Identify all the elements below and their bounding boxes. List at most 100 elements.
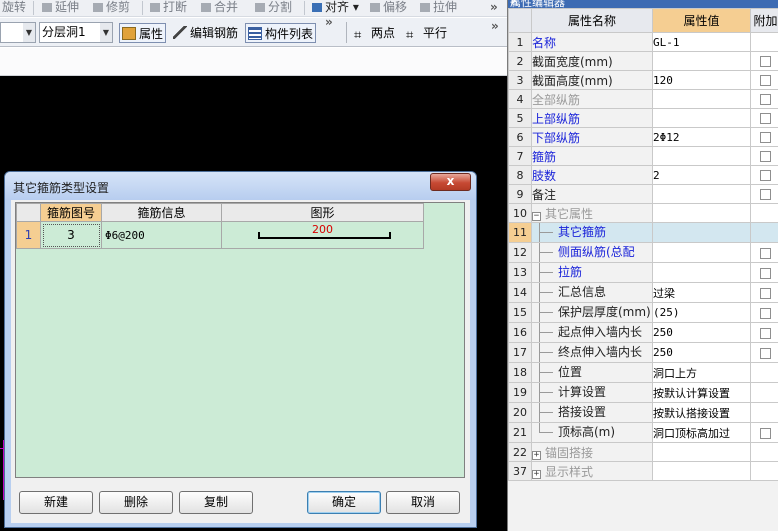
property-name-cell[interactable]: 起点伸入墙内长 xyxy=(531,322,653,343)
property-row[interactable]: 2 截面宽度(mm) xyxy=(508,51,778,71)
property-row[interactable]: 12 侧面纵筋(总配 xyxy=(508,242,778,263)
trim-button[interactable]: 修剪 xyxy=(93,0,130,16)
extra-checkbox[interactable] xyxy=(760,347,771,359)
property-name-cell[interactable]: 截面宽度(mm) xyxy=(531,51,653,71)
property-row[interactable]: 37 + 显示样式 xyxy=(508,461,778,481)
category-combo[interactable]: ▼ xyxy=(0,22,36,43)
extra-checkbox[interactable] xyxy=(760,247,771,259)
extend-button[interactable]: 延伸 xyxy=(42,0,79,16)
extra-checkbox[interactable] xyxy=(760,267,771,279)
dialog-titlebar[interactable]: 其它箍筋类型设置 x xyxy=(5,172,476,200)
layer-combo[interactable]: 分层洞1 ▼ xyxy=(39,22,113,43)
property-value-cell[interactable]: GL-1 xyxy=(652,32,751,52)
property-value-cell[interactable] xyxy=(652,203,751,223)
property-value-cell[interactable]: (25) xyxy=(652,302,751,323)
property-row[interactable]: 5 上部纵筋 xyxy=(508,108,778,128)
toolbar-overflow-icon[interactable]: » xyxy=(491,19,499,33)
property-row[interactable]: 15 保护层厚度(mm) (25) xyxy=(508,302,778,323)
property-row[interactable]: 17 终点伸入墙内长 250 xyxy=(508,342,778,363)
extra-checkbox[interactable] xyxy=(760,94,771,105)
property-value-cell[interactable]: 按默认搭接设置 xyxy=(652,402,751,423)
toolbar-overflow-icon[interactable]: » xyxy=(325,15,333,29)
collapse-icon[interactable]: − xyxy=(532,211,541,221)
extra-checkbox[interactable] xyxy=(760,327,771,339)
extra-checkbox[interactable] xyxy=(760,170,771,181)
shape-cell[interactable]: 200 xyxy=(221,221,424,249)
component-list-button[interactable]: 构件列表 xyxy=(245,23,317,43)
table-row[interactable]: 1 3 Φ6@200 200 xyxy=(16,221,424,249)
cancel-button[interactable]: 取消 xyxy=(386,491,460,514)
break-button[interactable]: 打断 xyxy=(150,0,187,16)
two-points-button[interactable]: ⌗ 两点 xyxy=(352,23,397,43)
property-name-cell[interactable]: 截面高度(mm) xyxy=(531,70,653,90)
property-value-cell[interactable]: 按默认计算设置 xyxy=(652,382,751,403)
property-name-cell[interactable]: 上部纵筋 xyxy=(531,108,653,128)
expand-icon[interactable]: + xyxy=(532,450,541,460)
property-value-cell[interactable]: 过梁 xyxy=(652,282,751,303)
expand-icon[interactable]: + xyxy=(532,469,541,479)
toolbar-overflow-icon[interactable]: » xyxy=(490,0,498,14)
extra-checkbox[interactable] xyxy=(760,132,771,143)
property-value-cell[interactable] xyxy=(652,242,751,263)
stirrup-info-cell[interactable]: Φ6@200 xyxy=(101,221,222,249)
extra-checkbox[interactable] xyxy=(760,189,771,200)
property-value-cell[interactable] xyxy=(652,108,751,128)
property-value-cell[interactable] xyxy=(652,89,751,109)
property-value-cell[interactable]: 250 xyxy=(652,342,751,363)
property-name-cell[interactable]: + 显示样式 xyxy=(531,461,653,481)
property-name-cell[interactable]: 保护层厚度(mm) xyxy=(531,302,653,323)
figure-no-cell[interactable]: 3 xyxy=(40,221,102,249)
property-name-cell[interactable]: 搭接设置 xyxy=(531,402,653,423)
property-value-cell[interactable] xyxy=(652,442,751,462)
chevron-down-icon[interactable]: ▼ xyxy=(23,23,35,42)
chevron-down-icon[interactable]: ▼ xyxy=(100,23,112,42)
property-row[interactable]: 11 其它箍筋 xyxy=(508,222,778,243)
property-row[interactable]: 20 搭接设置 按默认搭接设置 xyxy=(508,402,778,423)
delete-button[interactable]: 删除 xyxy=(99,491,173,514)
split-button[interactable]: 分割 xyxy=(255,0,292,16)
edit-rebar-button[interactable]: 编辑钢筋 xyxy=(171,23,240,43)
property-name-cell[interactable]: 全部纵筋 xyxy=(531,89,653,109)
property-value-cell[interactable] xyxy=(652,222,751,243)
parallel-button[interactable]: ⌗ 平行 xyxy=(404,23,449,43)
properties-button[interactable]: 属性 xyxy=(119,23,167,43)
property-row[interactable]: 18 位置 洞口上方 xyxy=(508,362,778,383)
property-value-cell[interactable] xyxy=(652,146,751,166)
property-name-cell[interactable]: 汇总信息 xyxy=(531,282,653,303)
property-name-cell[interactable]: 位置 xyxy=(531,362,653,383)
property-row[interactable]: 6 下部纵筋 2Φ12 xyxy=(508,127,778,147)
property-name-cell[interactable]: 下部纵筋 xyxy=(531,127,653,147)
property-value-cell[interactable] xyxy=(652,51,751,71)
property-row[interactable]: 21 顶标高(m) 洞口顶标高加过 xyxy=(508,422,778,443)
close-button[interactable]: x xyxy=(430,173,471,191)
property-value-cell[interactable]: 洞口顶标高加过 xyxy=(652,422,751,443)
align-button[interactable]: 对齐 ▾ xyxy=(312,0,359,16)
property-row[interactable]: 16 起点伸入墙内长 250 xyxy=(508,322,778,343)
extra-checkbox[interactable] xyxy=(760,75,771,86)
property-row[interactable]: 4 全部纵筋 xyxy=(508,89,778,109)
property-value-cell[interactable] xyxy=(652,184,751,204)
property-name-cell[interactable]: 计算设置 xyxy=(531,382,653,403)
extra-checkbox[interactable] xyxy=(760,307,771,319)
stirrup-grid[interactable]: 箍筋图号 箍筋信息 图形 1 3 Φ6@200 200 xyxy=(15,202,465,478)
property-value-cell[interactable] xyxy=(652,262,751,283)
new-button[interactable]: 新建 xyxy=(19,491,93,514)
property-name-cell[interactable]: 备注 xyxy=(531,184,653,204)
property-name-cell[interactable]: 顶标高(m) xyxy=(531,422,653,443)
property-row[interactable]: 9 备注 xyxy=(508,184,778,204)
property-value-cell[interactable]: 2 xyxy=(652,165,751,185)
rotate-button[interactable]: 旋转 xyxy=(2,0,26,16)
stretch-button[interactable]: 拉伸 xyxy=(420,0,457,16)
property-name-cell[interactable]: 箍筋 xyxy=(531,146,653,166)
property-value-cell[interactable]: 120 xyxy=(652,70,751,90)
close-icon[interactable]: × xyxy=(510,0,775,7)
ok-button[interactable]: 确定 xyxy=(307,491,381,514)
property-name-cell[interactable]: 拉筋 xyxy=(531,262,653,283)
extra-checkbox[interactable] xyxy=(760,113,771,124)
property-row[interactable]: 1 名称 GL-1 xyxy=(508,32,778,52)
property-value-cell[interactable]: 250 xyxy=(652,322,751,343)
property-row[interactable]: 10− 其它属性 xyxy=(508,203,778,223)
property-row[interactable]: 13 拉筋 xyxy=(508,262,778,283)
merge-button[interactable]: 合并 xyxy=(201,0,238,16)
property-row[interactable]: 14 汇总信息 过梁 xyxy=(508,282,778,303)
